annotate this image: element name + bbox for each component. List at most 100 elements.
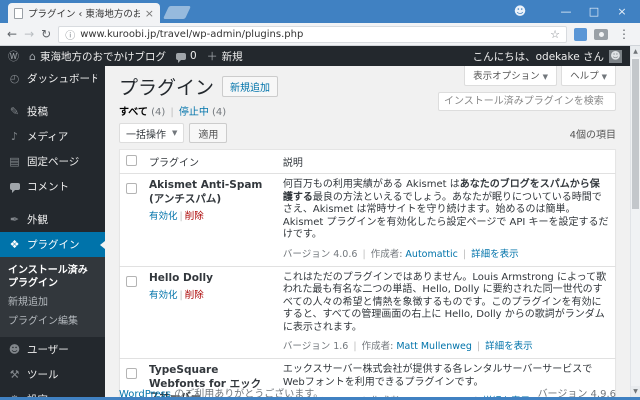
details-link[interactable]: 詳細を表示: [471, 249, 519, 260]
plugins-submenu: インストール済みプラグイン 新規追加 プラグイン編集: [0, 257, 105, 337]
column-header-description: 説明: [276, 149, 616, 174]
sidebar-item-posts[interactable]: ✎ 投稿: [0, 99, 105, 124]
plugin-meta: バージョン 1.6 | 作成者: Matt Mullenweg | 詳細を表示: [282, 341, 533, 352]
select-all-checkbox[interactable]: [126, 154, 137, 166]
plugins-table: プラグイン 説明 Akismet Anti-Spam (アンチスパム) 有効化 |…: [119, 149, 616, 397]
tablenav-top: 一括操作 ▼ 適用 4個の項目: [119, 123, 616, 143]
users-icon: ☻: [8, 343, 21, 356]
delete-link[interactable]: 削除: [185, 211, 204, 222]
comments-bubble-icon: [175, 52, 186, 63]
submenu-plugin-editor[interactable]: プラグイン編集: [0, 312, 105, 331]
plus-icon: ＋: [206, 50, 218, 63]
column-header-plugin[interactable]: プラグイン: [143, 149, 277, 174]
wp-sidebar: ◴ ダッシュボード ✎ 投稿 ♪ メディア ▤ 固定ページ コメント ✒ 外観 …: [0, 66, 105, 397]
activate-link[interactable]: 有効化: [149, 211, 178, 222]
scrollbar-thumb[interactable]: [632, 59, 639, 209]
dashboard-icon: ◴: [9, 72, 20, 85]
forward-button[interactable]: →: [24, 27, 34, 41]
admin-bar-greeting[interactable]: こんにちは、odekake さん: [473, 49, 604, 64]
browser-menu-icon[interactable]: ⋮: [615, 27, 633, 41]
filter-inactive-link[interactable]: 停止中: [179, 107, 209, 118]
plugin-search: [438, 89, 616, 111]
row-checkbox[interactable]: [126, 368, 137, 379]
tools-icon: ⚒: [9, 368, 20, 381]
sidebar-item-dashboard[interactable]: ◴ ダッシュボード: [0, 66, 105, 91]
row-checkbox[interactable]: [126, 183, 137, 194]
maximize-button[interactable]: □: [580, 0, 608, 23]
address-bar[interactable]: ⓘ www.kuroobi.jp/travel/wp-admin/plugins…: [58, 25, 567, 43]
new-tab-button[interactable]: [162, 6, 192, 19]
menu-separator: [0, 199, 105, 207]
plugin-description: 何百万もの利用実績がある Akismet はあなたのブログをスパムから保護する最…: [282, 179, 609, 240]
bookmark-star-icon[interactable]: ☆: [550, 28, 560, 41]
browser-tab[interactable]: プラグイン ‹ 東海地方のおで ×: [8, 3, 160, 23]
plugin-name: Hello Dolly: [149, 271, 213, 284]
media-icon: ♪: [10, 130, 19, 143]
screen-options-button[interactable]: 表示オプション ▼: [464, 66, 558, 86]
wp-footer: WordPress のご利用ありがとうございます。 バージョン 4.9.6: [119, 385, 616, 397]
avatar[interactable]: ☻: [609, 49, 622, 63]
plugin-description: これはただのプラグインではありません。Louis Armstrong によって歌…: [282, 271, 607, 333]
sidebar-item-tools[interactable]: ⚒ ツール: [0, 362, 105, 387]
minimize-button[interactable]: —: [552, 0, 580, 23]
apply-button[interactable]: 適用: [189, 123, 228, 143]
sidebar-item-plugins[interactable]: ❖ プラグイン: [0, 232, 105, 257]
table-row: Hello Dolly 有効化 | 削除 これはただのプラグインではありません。Lo…: [119, 265, 616, 359]
sidebar-item-pages[interactable]: ▤ 固定ページ: [0, 149, 105, 174]
browser-titlebar: プラグイン ‹ 東海地方のおで × ☻ — □ ×: [0, 0, 640, 23]
main-content: 表示オプション ▼ ヘルプ ▼ プラグイン 新規追加 すべて (4) | 停止中…: [105, 66, 630, 397]
help-button[interactable]: ヘルプ ▼: [561, 66, 616, 86]
scroll-down-icon[interactable]: ▼: [631, 386, 640, 397]
tab-title: プラグイン ‹ 東海地方のおで: [28, 9, 140, 20]
site-info-icon[interactable]: ⓘ: [65, 27, 75, 42]
wp-admin-bar: Ⓦ ⌂ 東海地方のおでかけブログ 0 ＋ 新規 こんにちは、odekake さん…: [0, 46, 630, 66]
delete-link[interactable]: 削除: [185, 290, 204, 301]
browser-toolbar: ← → ↻ ⓘ www.kuroobi.jp/travel/wp-admin/p…: [0, 23, 640, 46]
author-link[interactable]: Matt Mullenweg: [396, 341, 472, 352]
chevron-down-icon: ▼: [601, 73, 607, 81]
profile-icon[interactable]: ☻: [506, 0, 534, 23]
admin-bar-comments[interactable]: 0: [175, 50, 197, 63]
browser-window: プラグイン ‹ 東海地方のおで × ☻ — □ × ← → ↻ ⓘ www.ku…: [0, 0, 640, 400]
extension-icon[interactable]: [574, 27, 587, 41]
back-button[interactable]: ←: [7, 27, 17, 41]
table-row: Akismet Anti-Spam (アンチスパム) 有効化 | 削除 何百万もの利…: [119, 173, 616, 266]
chevron-down-icon: ▼: [542, 73, 549, 81]
sidebar-item-comments[interactable]: コメント: [0, 174, 105, 199]
wordpress-link[interactable]: WordPress: [119, 389, 171, 397]
admin-bar-site-name[interactable]: ⌂ 東海地方のおでかけブログ: [29, 49, 166, 64]
filter-all-link[interactable]: すべて: [119, 107, 148, 118]
page-icon: [14, 7, 23, 19]
scroll-up-icon[interactable]: ▲: [631, 46, 640, 57]
url-text[interactable]: www.kuroobi.jp/travel/wp-admin/plugins.p…: [80, 29, 545, 40]
plugin-name: Akismet Anti-Spam (アンチスパム): [149, 179, 263, 205]
appearance-icon: ✒: [9, 213, 20, 226]
scrollbar[interactable]: ▲ ▼: [630, 46, 640, 397]
sidebar-item-settings[interactable]: ⚙ 設定: [0, 387, 105, 397]
camera-extension-icon[interactable]: [594, 28, 608, 40]
row-checkbox[interactable]: [126, 275, 137, 287]
menu-separator: [0, 91, 105, 99]
posts-icon: ✎: [9, 105, 20, 118]
tab-close-icon[interactable]: ×: [145, 7, 154, 20]
reload-button[interactable]: ↻: [41, 27, 51, 41]
sidebar-item-users[interactable]: ☻ ユーザー: [0, 337, 105, 362]
comment-count: 0: [189, 50, 197, 62]
admin-bar-new[interactable]: ＋ 新規: [207, 48, 243, 64]
plugin-meta: バージョン 4.0.6 | 作成者: Automattic | 詳細を表示: [282, 248, 519, 260]
search-input[interactable]: [438, 92, 616, 111]
submenu-installed-plugins[interactable]: インストール済みプラグイン: [0, 261, 105, 293]
bulk-action-select[interactable]: 一括操作 ▼: [119, 123, 185, 143]
add-new-button[interactable]: 新規追加: [222, 76, 279, 97]
home-icon: ⌂: [29, 49, 36, 63]
close-button[interactable]: ×: [608, 0, 636, 23]
author-link[interactable]: Automattic: [405, 249, 457, 260]
details-link[interactable]: 詳細を表示: [485, 341, 533, 352]
activate-link[interactable]: 有効化: [149, 290, 178, 301]
sidebar-item-appearance[interactable]: ✒ 外観: [0, 207, 105, 232]
pages-icon: ▤: [9, 155, 20, 168]
sidebar-item-media[interactable]: ♪ メディア: [0, 124, 105, 149]
submenu-add-new[interactable]: 新規追加: [0, 293, 105, 312]
comments-icon: [8, 180, 21, 193]
wordpress-logo-icon[interactable]: Ⓦ: [8, 48, 19, 64]
